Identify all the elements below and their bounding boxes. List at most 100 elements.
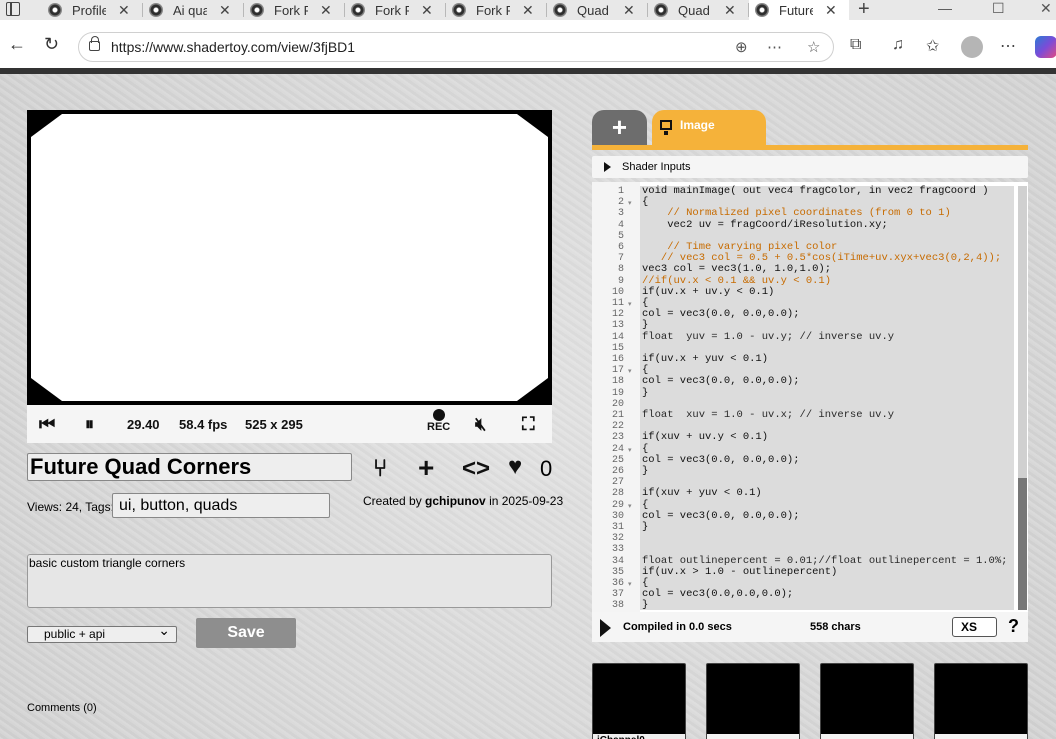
browser-tab[interactable]: Profile ✕	[42, 0, 142, 20]
new-tab-button[interactable]: +	[858, 0, 870, 21]
code-line[interactable]: vec2 uv = fragCoord/iResolution.xy;	[642, 219, 888, 231]
close-window-button[interactable]: ✕	[1040, 0, 1052, 17]
settings-menu-icon[interactable]: ⋯	[1000, 36, 1016, 56]
rewind-icon[interactable]: ⏮	[39, 414, 55, 435]
fold-icon[interactable]: ▾	[628, 446, 632, 454]
code-line[interactable]: col = vec3(0.0,0.0,0.0);	[642, 588, 793, 600]
back-button[interactable]: ←	[8, 34, 26, 55]
visibility-select[interactable]: public + api	[27, 623, 177, 643]
font-size-select[interactable]: XS	[952, 617, 997, 637]
code-line[interactable]: vec3 col = vec3(1.0, 1.0,1.0);	[642, 263, 831, 275]
browser-tab[interactable]: Quad B ✕	[648, 0, 748, 20]
code-editor[interactable]: 1 void mainImage( out vec4 fragColor, in …	[592, 182, 1028, 612]
favorite-star-icon[interactable]: ☆	[807, 38, 820, 56]
embed-code-icon[interactable]: <>	[462, 455, 490, 483]
browser-tab[interactable]: Future ✕	[749, 0, 849, 20]
more-tools-icon[interactable]: ⋯	[767, 38, 782, 56]
tab-close-icon[interactable]: ✕	[623, 2, 635, 19]
url-text[interactable]: https://www.shadertoy.com/view/3fjBD1	[111, 39, 355, 55]
favorites-icon[interactable]: ✩	[926, 36, 939, 56]
input-channel-3[interactable]	[934, 663, 1028, 739]
copilot-icon[interactable]	[1035, 36, 1056, 58]
browser-tab[interactable]: Quad C ✕	[547, 0, 647, 20]
code-line[interactable]: col = vec3(0.0, 0.0,0.0);	[642, 308, 800, 320]
code-line[interactable]: // vec3 col = 0.5 + 0.5*cos(iTime+uv.xyx…	[642, 252, 1001, 264]
tab-close-icon[interactable]: ✕	[421, 2, 433, 19]
code-line[interactable]: col = vec3(0.0, 0.0,0.0);	[642, 454, 800, 466]
shader-title-input[interactable]: Future Quad Corners	[27, 453, 352, 481]
author-link[interactable]: gchipunov	[425, 494, 486, 508]
browser-tab[interactable]: Fork Fo ✕	[244, 0, 344, 20]
code-line[interactable]: // Time varying pixel color	[642, 241, 837, 253]
add-tab-button[interactable]: +	[592, 110, 647, 146]
code-line[interactable]: if(uv.x > 1.0 - outlinepercent)	[642, 566, 837, 578]
zoom-icon[interactable]: ⊕	[735, 38, 748, 56]
extensions-icon[interactable]: ⧉	[850, 36, 861, 54]
compile-play-icon[interactable]	[600, 619, 611, 637]
code-line[interactable]: }	[642, 599, 648, 611]
input-channel-0[interactable]: iChannel0	[592, 663, 686, 739]
input-channel-2[interactable]	[820, 663, 914, 739]
browser-essentials-icon[interactable]: ♫	[892, 36, 904, 54]
code-line[interactable]: }	[642, 387, 648, 399]
code-line[interactable]: float yuv = 1.0 - uv.y; // inverse uv.y	[642, 331, 894, 343]
code-line[interactable]: float outlinepercent = 0.01;//float outl…	[642, 555, 1007, 567]
tab-close-icon[interactable]: ✕	[219, 2, 231, 19]
tab-image[interactable]: Image	[652, 110, 766, 146]
tab-close-icon[interactable]: ✕	[825, 2, 837, 19]
maximize-button[interactable]: ☐	[992, 0, 1005, 17]
code-line[interactable]: // Normalized pixel coordinates (from 0 …	[642, 207, 951, 219]
tab-close-icon[interactable]: ✕	[118, 2, 130, 19]
code-line[interactable]: void mainImage( out vec4 fragColor, in v…	[642, 185, 989, 197]
fold-icon[interactable]: ▾	[628, 300, 632, 308]
code-line[interactable]: }	[642, 465, 648, 477]
help-icon[interactable]: ?	[1008, 616, 1019, 637]
minimize-button[interactable]: —	[938, 0, 952, 16]
browser-tab[interactable]: Fork Fo ✕	[446, 0, 546, 20]
code-line[interactable]: {	[642, 443, 648, 455]
profile-avatar[interactable]	[961, 36, 983, 58]
code-line[interactable]: if(xuv + uv.y < 0.1)	[642, 431, 768, 443]
code-line[interactable]: }	[642, 521, 648, 533]
sidebar-toggle-icon[interactable]	[6, 2, 20, 16]
code-line[interactable]: if(uv.x + yuv < 0.1)	[642, 353, 768, 365]
save-button[interactable]: Save	[196, 618, 296, 648]
lock-icon[interactable]	[89, 36, 100, 51]
code-line[interactable]: //if(uv.x < 0.1 && uv.y < 0.1)	[642, 275, 831, 287]
fork-icon[interactable]: ⑂	[373, 455, 387, 483]
heart-icon[interactable]: ♥	[508, 453, 522, 481]
code-line[interactable]: {	[642, 499, 648, 511]
code-line[interactable]: {	[642, 364, 648, 376]
fold-icon[interactable]: ▾	[628, 367, 632, 375]
code-line[interactable]: }	[642, 319, 648, 331]
volume-icon[interactable]: 🔇︎	[475, 414, 486, 435]
tab-close-icon[interactable]: ✕	[724, 2, 736, 19]
shader-viewport[interactable]	[27, 110, 552, 405]
browser-tab[interactable]: Fork Fo ✕	[345, 0, 445, 20]
code-line[interactable]: float xuv = 1.0 - uv.x; // inverse uv.y	[642, 409, 894, 421]
code-line[interactable]: if(uv.x + uv.y < 0.1)	[642, 286, 774, 298]
fullscreen-icon[interactable]: ⛶	[522, 414, 535, 435]
code-line[interactable]: {	[642, 297, 648, 309]
code-line[interactable]: col = vec3(0.0, 0.0,0.0);	[642, 375, 800, 387]
refresh-button[interactable]: ↻	[44, 34, 59, 55]
browser-tab[interactable]: Ai quad ✕	[143, 0, 243, 20]
record-button[interactable]: REC	[427, 409, 450, 433]
fold-icon[interactable]: ▾	[628, 199, 632, 207]
description-textarea[interactable]: basic custom triangle corners	[27, 554, 552, 608]
address-bar[interactable]: https://www.shadertoy.com/view/3fjBD1 ⊕ …	[78, 32, 834, 62]
code-line[interactable]: {	[642, 196, 648, 208]
pause-icon[interactable]: ⏸	[85, 414, 94, 435]
tab-close-icon[interactable]: ✕	[522, 2, 534, 19]
code-line[interactable]: {	[642, 577, 648, 589]
code-scrollbar-thumb[interactable]	[1018, 478, 1027, 610]
fold-icon[interactable]: ▾	[628, 580, 632, 588]
input-channel-1[interactable]	[706, 663, 800, 739]
tab-close-icon[interactable]: ✕	[320, 2, 332, 19]
shader-inputs-toggle[interactable]: Shader Inputs	[592, 156, 1028, 178]
tags-input[interactable]: ui, button, quads	[112, 493, 330, 518]
code-line[interactable]: if(xuv + yuv < 0.1)	[642, 487, 762, 499]
add-icon[interactable]: +	[418, 452, 434, 484]
fold-icon[interactable]: ▾	[628, 502, 632, 510]
code-line[interactable]: col = vec3(0.0, 0.0,0.0);	[642, 510, 800, 522]
